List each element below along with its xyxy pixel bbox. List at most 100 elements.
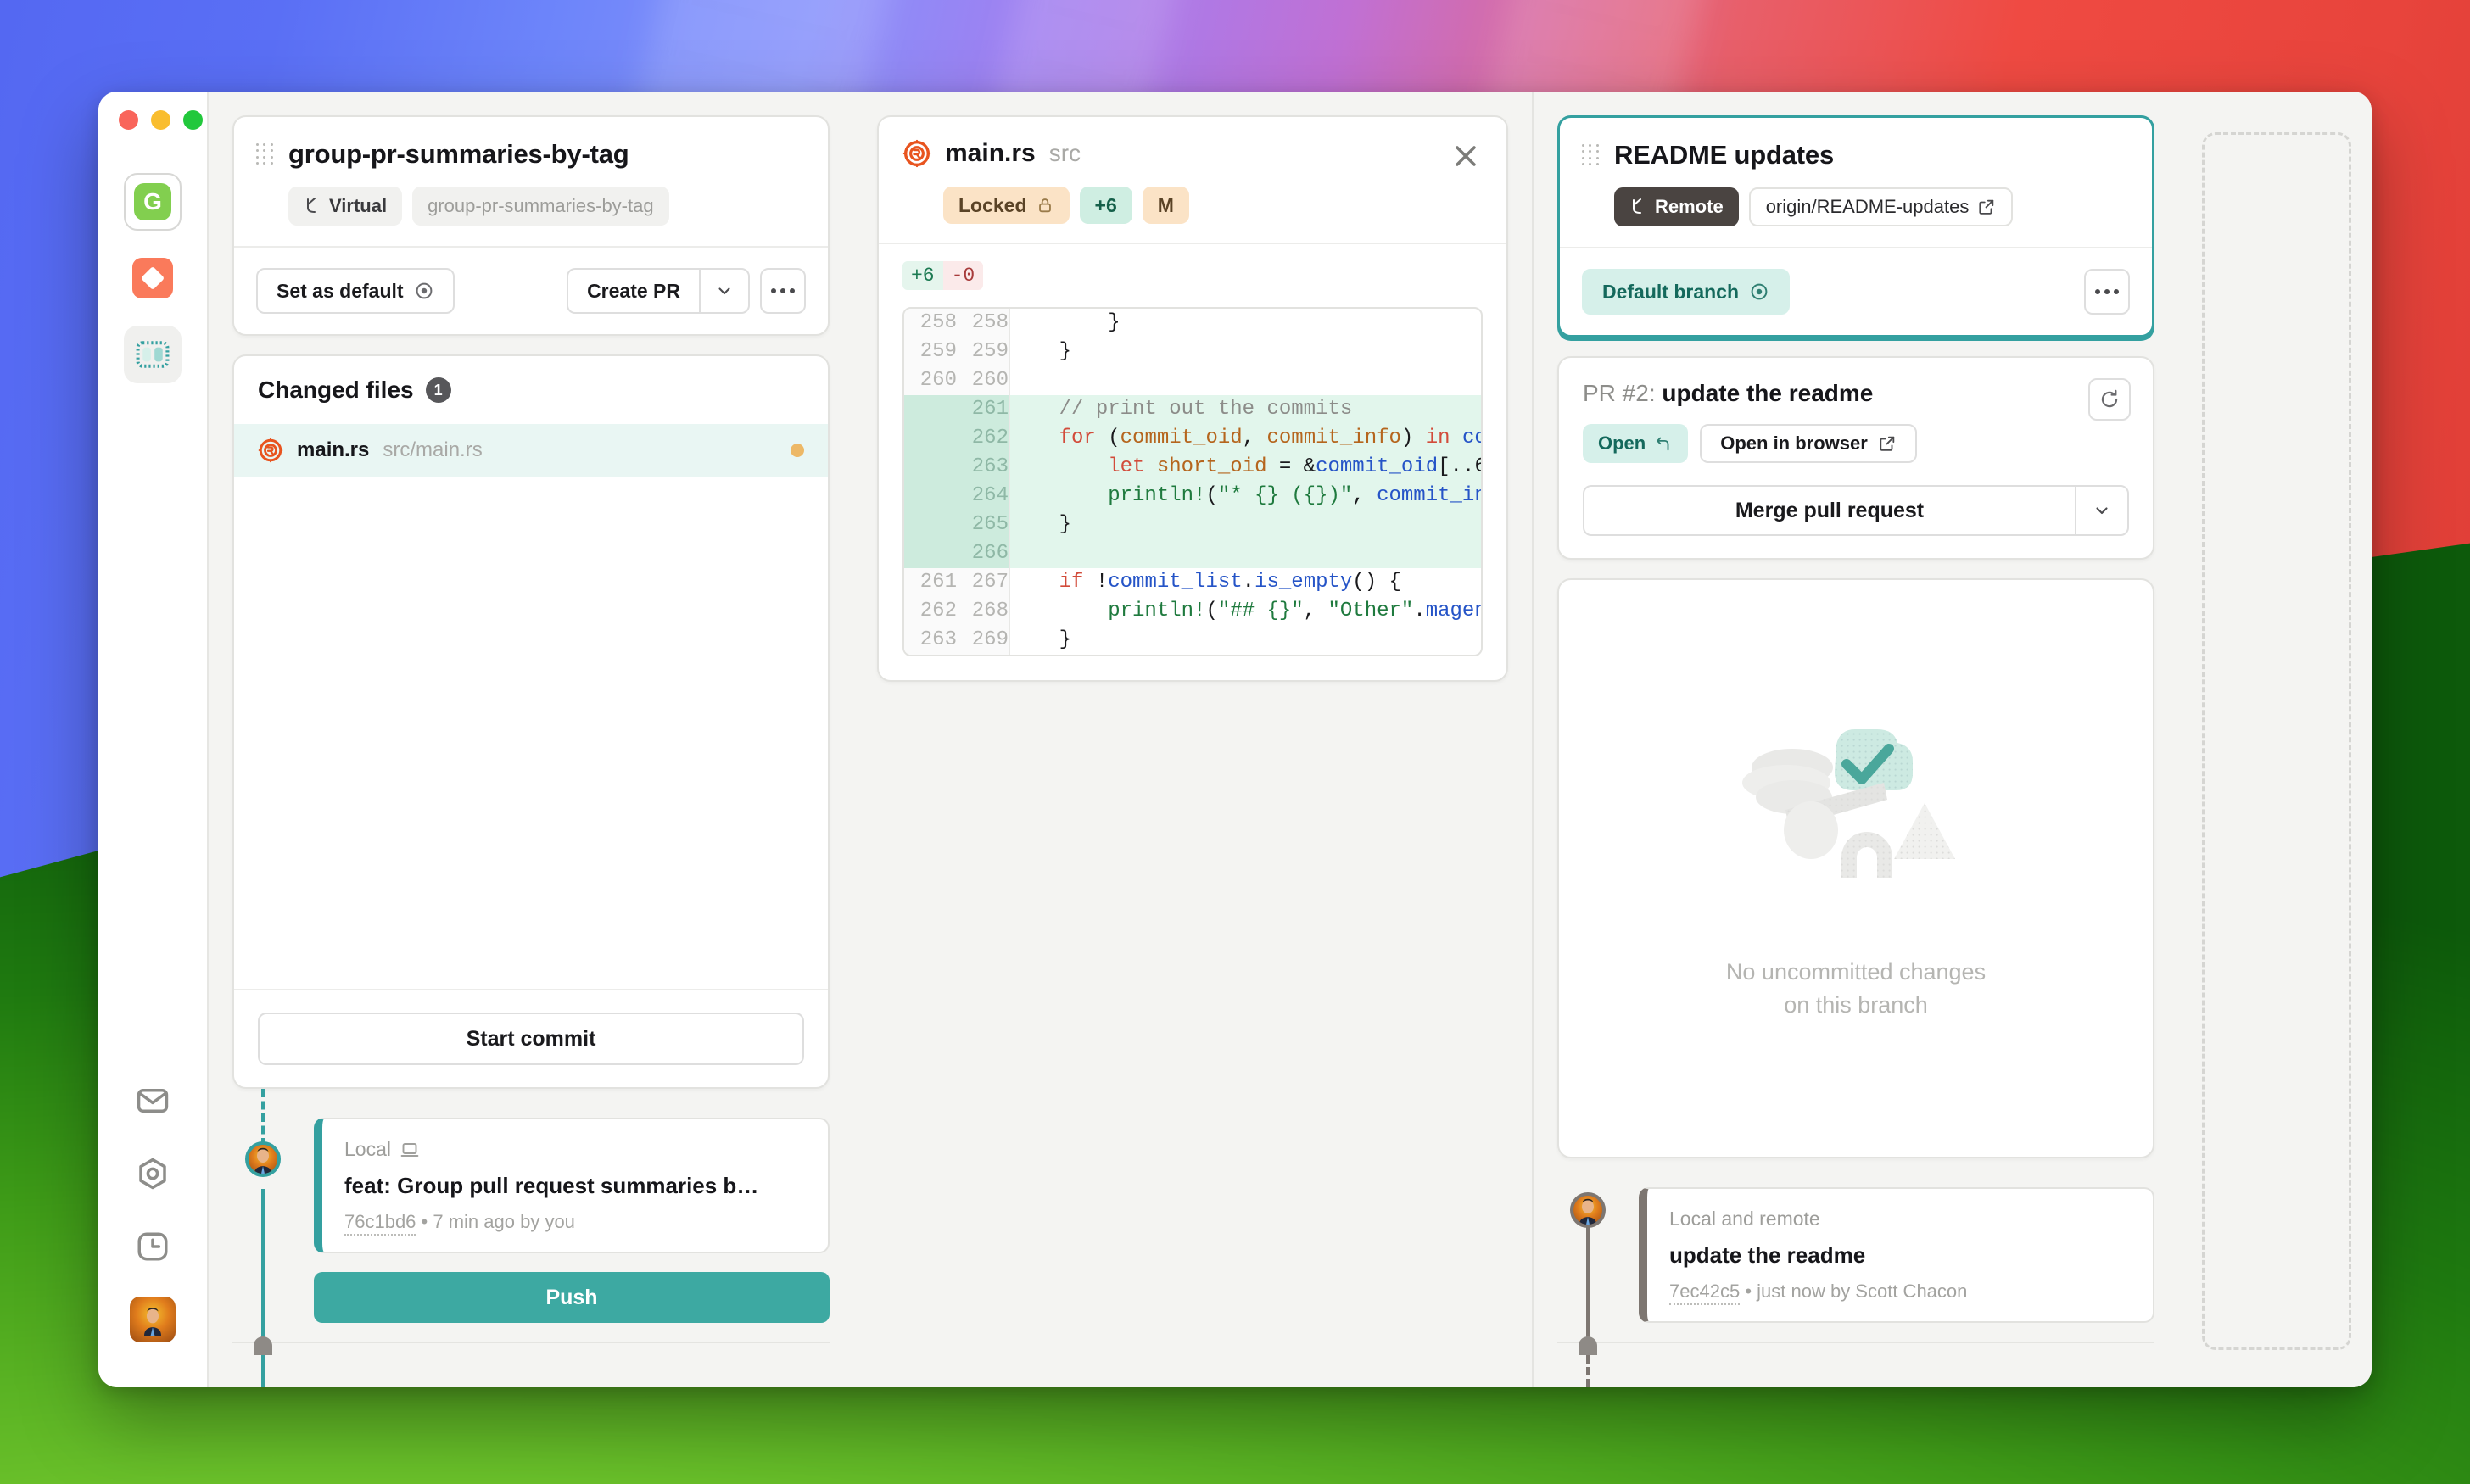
pull-request-card: PR #2: update the readme Open (1557, 356, 2154, 560)
badge-modified: M (1143, 187, 1189, 224)
diff-new-line-number: 261 (957, 395, 1009, 424)
close-diff-button[interactable] (1449, 139, 1483, 173)
target-button[interactable] (124, 1145, 182, 1202)
branch-card-readme-updates[interactable]: README updates Remote ori (1557, 115, 2154, 338)
avatar-face-icon (140, 1307, 165, 1336)
inbox-button[interactable] (124, 1072, 182, 1130)
commit-meta-time: 7 min ago by you (433, 1211, 575, 1232)
default-branch-label: Default branch (1602, 281, 1739, 304)
app-window: G (98, 92, 2372, 1387)
commit-card-local[interactable]: Local feat: Group pull request summaries… (314, 1118, 830, 1253)
minimize-window-button[interactable] (151, 110, 170, 130)
diff-line[interactable]: 263269 } (904, 626, 1481, 655)
push-button[interactable]: Push (314, 1272, 830, 1323)
changed-file-row[interactable]: main.rs src/main.rs (234, 424, 828, 477)
merge-split-button[interactable]: Merge pull request (1583, 485, 2129, 536)
stack-lane-readme-updates: README updates Remote ori (1534, 115, 2178, 1387)
diff-old-line-number (904, 453, 957, 482)
set-as-default-button[interactable]: Set as default (256, 268, 455, 314)
diff-line[interactable]: 259259 } (904, 338, 1481, 366)
dropzone-outline (2202, 132, 2351, 1350)
diff-old-line-number: 258 (904, 309, 957, 338)
branch-kind-chip[interactable]: Remote (1614, 187, 1739, 226)
diff-new-line-number: 265 (957, 510, 1009, 539)
diff-line-source: } (1009, 338, 1481, 366)
commit-sha[interactable]: 76c1bd6 (344, 1211, 416, 1236)
branch-card-header: group-pr-summaries-by-tag Virtual group-… (234, 117, 828, 246)
diff-line[interactable]: 260260 (904, 366, 1481, 395)
changed-files-card: Changed files 1 main.rs src/main.rs (232, 354, 830, 1089)
diff-additions-count: +6 (902, 261, 943, 290)
more-horizontal-icon (771, 288, 795, 293)
diff-line-source (1009, 539, 1481, 568)
create-pr-label: Create PR (587, 280, 680, 303)
pr-refresh-button[interactable] (2088, 378, 2131, 421)
file-status-dot (791, 444, 804, 457)
branch-more-button[interactable] (2084, 269, 2130, 315)
laptop-icon (400, 1140, 420, 1160)
diff-line[interactable]: 261 // print out the commits (904, 395, 1481, 424)
commit-card-local-remote[interactable]: Local and remote update the readme 7ec42… (1639, 1187, 2154, 1323)
badge-locked[interactable]: Locked (943, 187, 1070, 224)
diff-line[interactable]: 262268 println!("## {}", "Other".magenta (904, 597, 1481, 626)
rust-file-icon (258, 438, 283, 463)
create-pr-button[interactable]: Create PR (567, 268, 699, 314)
diff-line[interactable]: 264 println!("* {} ({})", commit_info (904, 482, 1481, 510)
drag-handle-icon[interactable] (1582, 144, 1601, 166)
commit-meta-time: just now by Scott Chacon (1757, 1280, 1967, 1302)
workspace-board: group-pr-summaries-by-tag Virtual group-… (207, 92, 2372, 1387)
diff-line-source: } (1009, 626, 1481, 655)
start-commit-button[interactable]: Start commit (258, 1013, 804, 1065)
diff-line[interactable]: 263 let short_oid = &commit_oid[..6]; (904, 453, 1481, 482)
branch-kind-chip[interactable]: Virtual (288, 187, 402, 226)
diff-file-directory: src (1049, 140, 1081, 167)
open-in-browser-label: Open in browser (1720, 432, 1868, 455)
commit-timeline-a: Local feat: Group pull request summaries… (232, 1089, 830, 1323)
commit-state: Local and remote (1669, 1208, 2131, 1230)
diff-file-name: main.rs (945, 139, 1036, 168)
branch-card-group-pr-summaries-by-tag[interactable]: group-pr-summaries-by-tag Virtual group-… (232, 115, 830, 336)
avatar-face-icon (249, 1145, 277, 1174)
diff-line-source: if !commit_list.is_empty() { (1009, 568, 1481, 597)
chevron-down-icon (2092, 500, 2112, 521)
new-stack-dropzone[interactable] (2178, 115, 2372, 1387)
branch-more-button[interactable] (760, 268, 806, 314)
drag-handle-icon[interactable] (256, 143, 275, 165)
diff-line[interactable]: 265 } (904, 510, 1481, 539)
merge-dropdown-button[interactable] (2075, 485, 2129, 536)
diff-line-source (1009, 366, 1481, 395)
commit-message: update the readme (1669, 1242, 2131, 1269)
commit-state-label: Local (344, 1138, 391, 1161)
default-branch-button[interactable]: Default branch (1582, 269, 1790, 315)
open-in-browser-button[interactable]: Open in browser (1700, 424, 1917, 463)
project-switcher-g[interactable]: G (124, 173, 182, 231)
diff-line[interactable]: 261267 if !commit_list.is_empty() { (904, 568, 1481, 597)
maximize-window-button[interactable] (183, 110, 203, 130)
pr-chips: Open Open in browser (1583, 424, 2129, 463)
workspace-button[interactable] (124, 326, 182, 383)
diff-old-line-number (904, 395, 957, 424)
project-switcher-diamond[interactable] (124, 249, 182, 307)
branch-name-chip[interactable]: group-pr-summaries-by-tag (412, 187, 669, 226)
project-letter-icon: G (134, 183, 171, 220)
create-pr-dropdown-button[interactable] (699, 268, 750, 314)
diff-line[interactable]: 258258 } (904, 309, 1481, 338)
create-pr-split-button[interactable]: Create PR (567, 268, 750, 314)
diff-line-source: for (commit_oid, commit_info) in comm (1009, 424, 1481, 453)
commit-sha[interactable]: 7ec42c5 (1669, 1280, 1740, 1305)
account-button[interactable] (124, 1291, 182, 1348)
branch-remote-chip[interactable]: origin/README-updates (1749, 187, 2014, 226)
history-button[interactable] (124, 1218, 182, 1275)
diff-line[interactable]: 262 for (commit_oid, commit_info) in com… (904, 424, 1481, 453)
diff-line[interactable]: 266 (904, 539, 1481, 568)
branch-card-header: README updates Remote ori (1560, 118, 2152, 247)
commit-message: feat: Group pull request summaries b… (344, 1173, 806, 1199)
diff-code-block[interactable]: 258258 }259259 }260260 261 // print out … (902, 307, 1483, 656)
left-rail: G (98, 92, 207, 1387)
diff-new-line-number: 259 (957, 338, 1009, 366)
commit-meta-separator: • (1745, 1280, 1752, 1302)
close-window-button[interactable] (119, 110, 138, 130)
merge-pull-request-button[interactable]: Merge pull request (1583, 485, 2075, 536)
changed-files-body (234, 477, 828, 989)
badge-additions: +6 (1080, 187, 1132, 224)
